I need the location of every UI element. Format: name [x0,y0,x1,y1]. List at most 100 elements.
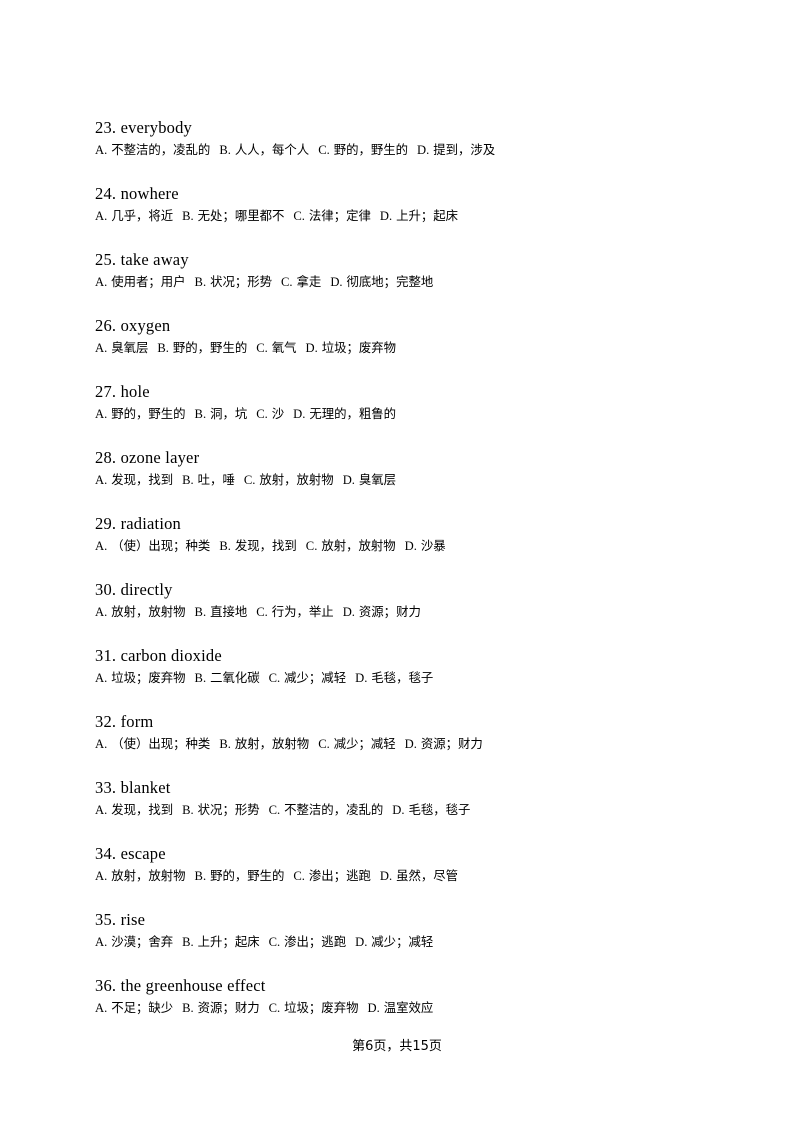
option-text: （使）出现；种类 [111,538,211,553]
option-choice[interactable]: D. 上升；起床 [380,208,458,223]
option-text: 氧气 [271,340,297,355]
option-choice[interactable]: D. 资源；财力 [405,736,483,751]
option-choice[interactable]: B. 二氧化碳 [195,670,260,685]
option-choice[interactable]: B. 资源；财力 [182,1000,259,1015]
option-key: D. [342,605,355,619]
option-row: A. 几乎，将近 B. 无处；哪里都不 C. 法律；定律 D. 上升；起床 [95,206,715,226]
option-choice[interactable]: D. 臭氧层 [343,472,396,487]
option-text: 减少；减轻 [284,670,347,685]
option-choice[interactable]: A. 垃圾；废弃物 [95,670,186,685]
option-choice[interactable]: C. 行为，举止 [256,604,333,619]
option-choice[interactable]: C. 野的，野生的 [318,142,408,157]
option-choice[interactable]: A. （使）出现；种类 [95,736,210,751]
option-choice[interactable]: D. 无理的，粗鲁的 [293,406,396,421]
option-choice[interactable]: A. 发现，找到 [95,802,173,817]
option-key: D. [293,407,306,421]
option-choice[interactable]: D. 毛毯，毯子 [355,670,433,685]
question-block: 29. radiation A. （使）出现；种类 B. 发现，找到 C. 放射，放射… [95,514,715,556]
option-key: A. [95,671,108,685]
option-choice[interactable]: D. 垃圾；废弃物 [306,340,397,355]
option-choice[interactable]: C. 不整洁的，凌乱的 [269,802,384,817]
question-headword: 27. hole [95,382,715,402]
question-headword: 30. directly [95,580,715,600]
option-choice[interactable]: B. 上升；起床 [182,934,259,949]
option-text: 提到，涉及 [433,142,496,157]
option-choice[interactable]: B. 状况；形势 [182,802,259,817]
option-choice[interactable]: D. 减少；减轻 [355,934,433,949]
option-choice[interactable]: C. 减少；减轻 [318,736,395,751]
option-choice[interactable]: C. 渗出；逃跑 [293,868,370,883]
option-choice[interactable]: A. 臭氧层 [95,340,148,355]
option-key: A. [95,143,108,157]
option-choice[interactable]: A. 放射，放射物 [95,868,186,883]
option-choice[interactable]: A. （使）出现；种类 [95,538,210,553]
option-choice[interactable]: A. 不足；缺少 [95,1000,173,1015]
question-block: 31. carbon dioxide A. 垃圾；废弃物 B. 二氧化碳 C. 减少；… [95,646,715,688]
question-number: 23. [95,118,117,137]
option-choice[interactable]: B. 人人，每个人 [219,142,309,157]
option-choice[interactable]: C. 拿走 [281,274,321,289]
option-key: C. [268,935,281,949]
option-choice[interactable]: A. 发现，找到 [95,472,173,487]
option-choice[interactable]: B. 无处；哪里都不 [182,208,284,223]
option-choice[interactable]: D. 虽然，尽管 [380,868,458,883]
question-number: 31. [95,646,117,665]
option-text: 野的，野生的 [333,142,409,157]
option-row: A. （使）出现；种类 B. 放射，放射物 C. 减少；减轻 D. 资源；财力 [95,734,715,754]
option-choice[interactable]: B. 野的，野生的 [157,340,247,355]
option-text: 虽然，尽管 [396,868,459,883]
option-choice[interactable]: B. 直接地 [195,604,248,619]
option-choice[interactable]: C. 氧气 [256,340,296,355]
option-key: A. [95,869,108,883]
option-choice[interactable]: B. 状况；形势 [195,274,272,289]
option-choice[interactable]: D. 沙暴 [405,538,446,553]
option-choice[interactable]: D. 温室效应 [367,1000,433,1015]
option-choice[interactable]: C. 法律；定律 [293,208,370,223]
option-choice[interactable]: D. 毛毯，毯子 [392,802,470,817]
option-text: 人人，每个人 [234,142,310,157]
option-key: A. [95,275,108,289]
option-choice[interactable]: B. 放射，放射物 [219,736,309,751]
option-choice[interactable]: C. 放射，放射物 [244,472,334,487]
question-word: blanket [120,778,171,797]
option-choice[interactable]: C. 渗出；逃跑 [269,934,346,949]
option-choice[interactable]: C. 垃圾；废弃物 [269,1000,359,1015]
option-choice[interactable]: B. 野的，野生的 [195,868,285,883]
question-word: carbon dioxide [120,646,222,665]
option-text: 野的，野生的 [172,340,248,355]
option-choice[interactable]: D. 彻底地；完整地 [330,274,433,289]
option-choice[interactable]: A. 几乎，将近 [95,208,173,223]
option-key: A. [95,407,108,421]
option-choice[interactable]: A. 不整洁的，凌乱的 [95,142,210,157]
option-choice[interactable]: A. 放射，放射物 [95,604,186,619]
option-choice[interactable]: B. 吐，唾 [182,472,235,487]
option-row: A. 放射，放射物 B. 直接地 C. 行为，举止 D. 资源；财力 [95,602,715,622]
option-choice[interactable]: D. 提到，涉及 [417,142,495,157]
option-choice[interactable]: A. 沙漠；舍弃 [95,934,173,949]
question-word: the greenhouse effect [120,976,266,995]
option-key: D. [404,737,417,751]
option-text: 放射，放射物 [321,538,396,553]
option-key: A. [95,1001,108,1015]
option-choice[interactable]: B. 洞，坑 [195,406,248,421]
question-word: ozone layer [120,448,200,467]
option-key: D. [355,671,368,685]
question-number: 30. [95,580,117,599]
option-row: A. 使用者；用户 B. 状况；形势 C. 拿走 D. 彻底地；完整地 [95,272,715,292]
option-text: 毛毯，毯子 [408,802,471,817]
option-key: B. [194,605,207,619]
option-choice[interactable]: C. 减少；减轻 [269,670,346,685]
question-block: 28. ozone layer A. 发现，找到 B. 吐，唾 C. 放射，放射物 D.… [95,448,715,490]
option-text: 吐，唾 [197,472,235,487]
question-headword: 28. ozone layer [95,448,715,468]
option-row: A. 沙漠；舍弃 B. 上升；起床 C. 渗出；逃跑 D. 减少；减轻 [95,932,715,952]
option-choice[interactable]: B. 发现，找到 [219,538,296,553]
option-choice[interactable]: C. 放射，放射物 [306,538,396,553]
option-key: B. [194,275,207,289]
option-choice[interactable]: A. 野的，野生的 [95,406,186,421]
option-row: A. 不足；缺少 B. 资源；财力 C. 垃圾；废弃物 D. 温室效应 [95,998,715,1018]
question-block: 27. hole A. 野的，野生的 B. 洞，坑 C. 沙 D. 无理的，粗鲁的 [95,382,715,424]
option-choice[interactable]: D. 资源；财力 [343,604,421,619]
option-choice[interactable]: C. 沙 [256,406,284,421]
option-choice[interactable]: A. 使用者；用户 [95,274,186,289]
